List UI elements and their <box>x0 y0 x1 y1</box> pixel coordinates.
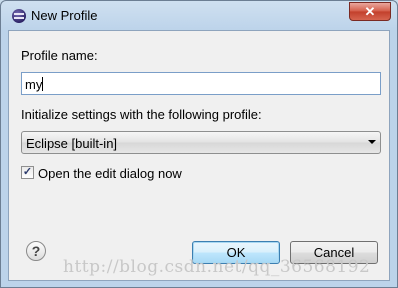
text-caret <box>42 77 44 91</box>
checkmark-icon: ✓ <box>22 166 33 178</box>
eclipse-icon <box>12 9 26 23</box>
help-button[interactable]: ? <box>26 241 46 261</box>
open-edit-label[interactable]: Open the edit dialog now <box>38 166 182 181</box>
dialog-body: Profile name: my Initialize settings wit… <box>8 30 390 281</box>
profile-name-input[interactable]: my <box>21 72 381 95</box>
profile-name-value: my <box>25 77 43 92</box>
profile-select-value: Eclipse [built-in] <box>26 136 118 151</box>
chevron-down-icon[interactable] <box>368 140 376 144</box>
open-edit-checkbox[interactable]: ✓ <box>21 166 34 179</box>
title-bar[interactable]: New Profile ✕ <box>1 1 397 30</box>
window-title: New Profile <box>31 8 98 23</box>
watermark: http://blog.csdn.net/qq_36568192 <box>63 257 371 277</box>
help-icon: ? <box>31 243 41 259</box>
profile-name-label: Profile name: <box>21 48 98 63</box>
profile-select[interactable]: Eclipse [built-in] <box>21 131 381 154</box>
init-settings-label: Initialize settings with the following p… <box>21 107 262 122</box>
close-button[interactable]: ✕ <box>349 2 391 21</box>
new-profile-dialog: New Profile ✕ Profile name: my Initializ… <box>0 0 398 288</box>
